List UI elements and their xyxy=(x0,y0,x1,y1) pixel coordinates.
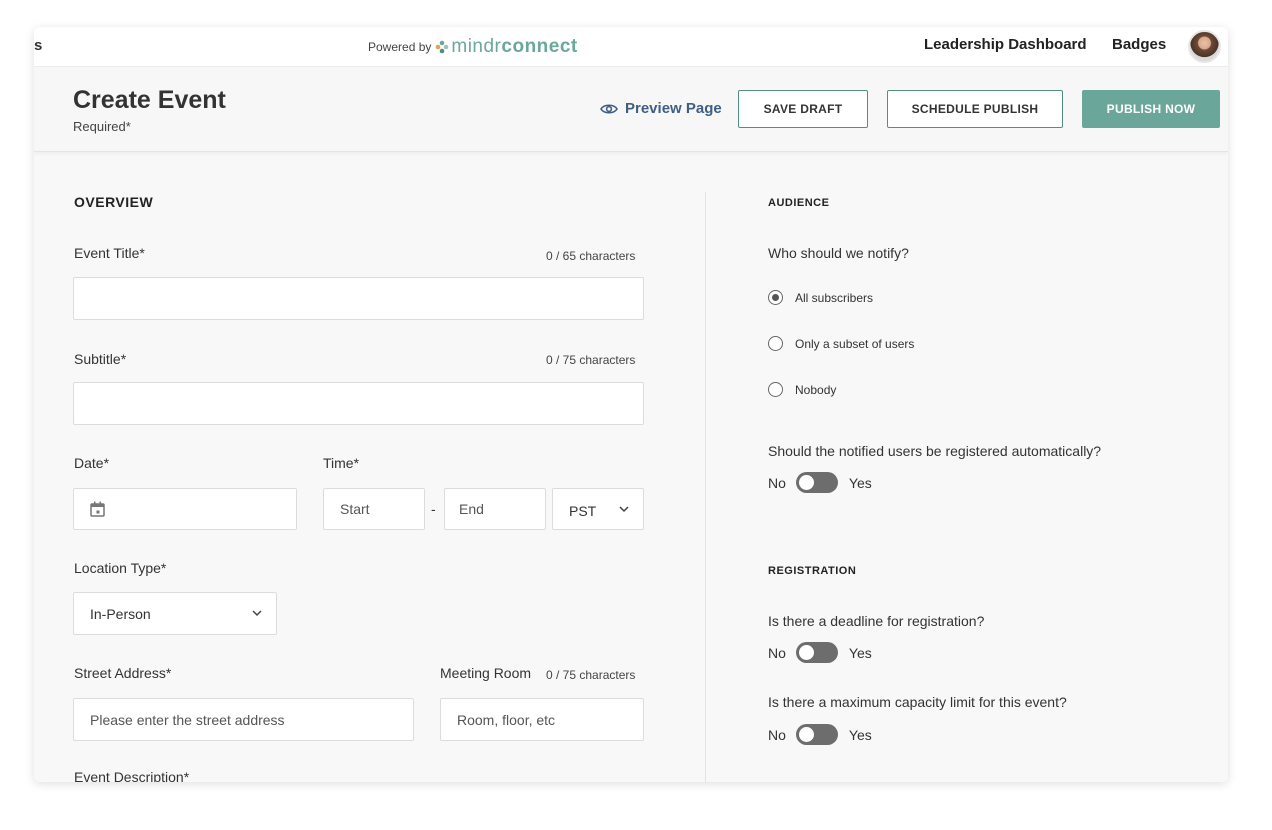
deadline-question: Is there a deadline for registration? xyxy=(768,613,985,629)
required-note: Required* xyxy=(73,119,131,134)
radio-dot xyxy=(772,294,779,301)
logo-wordmark-mindr: mindr xyxy=(451,36,502,57)
time-range-separator: - xyxy=(431,501,436,517)
time-end-placeholder: End xyxy=(459,501,484,517)
preview-page-link[interactable]: Preview Page xyxy=(600,100,722,117)
time-start-placeholder: Start xyxy=(340,501,370,517)
toggle-no-label: No xyxy=(768,474,786,491)
auto-register-question: Should the notified users be registered … xyxy=(768,443,1102,459)
street-address-input[interactable]: Please enter the street address xyxy=(73,698,414,741)
calendar-icon xyxy=(90,501,105,517)
event-title-input[interactable] xyxy=(73,277,644,320)
truncated-nav-text: s xyxy=(34,37,43,54)
radio-label: Nobody xyxy=(795,382,837,397)
chevron-down-icon xyxy=(252,610,262,617)
location-type-select[interactable]: In-Person xyxy=(73,592,277,635)
publish-now-button[interactable]: PUBLISH NOW xyxy=(1082,90,1220,128)
auto-register-toggle-row: No Yes xyxy=(768,472,872,493)
deadline-toggle[interactable] xyxy=(795,642,838,663)
capacity-question: Is there a maximum capacity limit for th… xyxy=(768,694,1067,710)
audience-heading: AUDIENCE xyxy=(768,197,830,209)
nav-leadership-dashboard[interactable]: Leadership Dashboard xyxy=(924,36,1087,53)
meeting-room-input[interactable]: Room, floor, etc xyxy=(440,698,644,741)
time-label: Time* xyxy=(323,455,360,471)
toggle-knob xyxy=(798,727,814,742)
toggle-yes-label: Yes xyxy=(848,726,872,743)
toggle-yes-label: Yes xyxy=(848,644,872,661)
top-navigation-bar: s Powered by mindr connect Leadership Das… xyxy=(34,27,1228,67)
timezone-value: PST xyxy=(569,503,597,519)
capacity-toggle-row: No Yes xyxy=(768,724,872,745)
radio-circle xyxy=(768,336,783,351)
toggle-yes-label: Yes xyxy=(848,474,872,491)
toggle-knob xyxy=(798,475,814,490)
mindr-connect-logo: mindr connect xyxy=(435,37,577,56)
logo-wordmark-connect: connect xyxy=(501,36,578,57)
event-description-label: Event Description* xyxy=(74,769,190,782)
powered-by-branding: Powered by mindr connect xyxy=(368,37,578,56)
page-title: Create Event xyxy=(73,86,226,114)
street-address-placeholder: Please enter the street address xyxy=(90,712,285,728)
save-draft-button[interactable]: SAVE DRAFT xyxy=(738,90,868,128)
location-type-label: Location Type* xyxy=(74,560,167,576)
radio-label: All subscribers xyxy=(795,290,874,305)
event-title-char-count: 0 / 65 characters xyxy=(546,249,636,263)
meeting-room-placeholder: Room, floor, etc xyxy=(457,712,556,728)
preview-page-label: Preview Page xyxy=(625,100,722,117)
registration-heading: REGISTRATION xyxy=(768,565,857,577)
meeting-room-label: Meeting Room xyxy=(440,665,532,681)
powered-by-text: Powered by xyxy=(368,39,432,54)
date-label: Date* xyxy=(74,455,110,471)
time-end-input[interactable]: End xyxy=(444,488,546,530)
street-address-label: Street Address* xyxy=(74,665,172,681)
toggle-knob xyxy=(798,645,814,660)
subtitle-input[interactable] xyxy=(73,382,644,425)
user-avatar[interactable] xyxy=(1188,30,1221,63)
radio-label: Only a subset of users xyxy=(795,336,915,351)
subtitle-char-count: 0 / 75 characters xyxy=(546,353,636,367)
subtitle-label: Subtitle* xyxy=(74,351,127,367)
time-start-input[interactable]: Start xyxy=(323,488,425,530)
radio-nobody[interactable]: Nobody xyxy=(768,382,836,397)
radio-circle-selected xyxy=(768,290,783,305)
deadline-toggle-row: No Yes xyxy=(768,642,872,663)
overview-heading: OVERVIEW xyxy=(74,194,154,210)
mindr-logo-icon xyxy=(436,40,449,53)
radio-subset-of-users[interactable]: Only a subset of users xyxy=(768,336,914,351)
column-divider xyxy=(705,192,706,782)
page-header: Create Event Required* Preview Page SAVE… xyxy=(34,67,1228,152)
auto-register-toggle[interactable] xyxy=(795,472,838,493)
schedule-publish-button[interactable]: SCHEDULE PUBLISH xyxy=(887,90,1063,128)
date-input[interactable] xyxy=(73,488,297,530)
event-title-label: Event Title* xyxy=(74,245,145,261)
timezone-select[interactable]: PST xyxy=(552,488,644,530)
radio-all-subscribers[interactable]: All subscribers xyxy=(768,290,873,305)
app-window: s Powered by mindr connect Leadership Das… xyxy=(34,27,1228,782)
capacity-toggle[interactable] xyxy=(795,724,838,745)
eye-icon xyxy=(600,103,618,114)
location-type-value: In-Person xyxy=(90,606,151,622)
notify-question: Who should we notify? xyxy=(768,245,909,261)
meeting-room-char-count: 0 / 75 characters xyxy=(546,668,636,682)
toggle-no-label: No xyxy=(768,644,786,661)
chevron-down-icon xyxy=(619,506,629,513)
toggle-no-label: No xyxy=(768,726,786,743)
radio-circle xyxy=(768,382,783,397)
nav-badges[interactable]: Badges xyxy=(1112,36,1166,53)
